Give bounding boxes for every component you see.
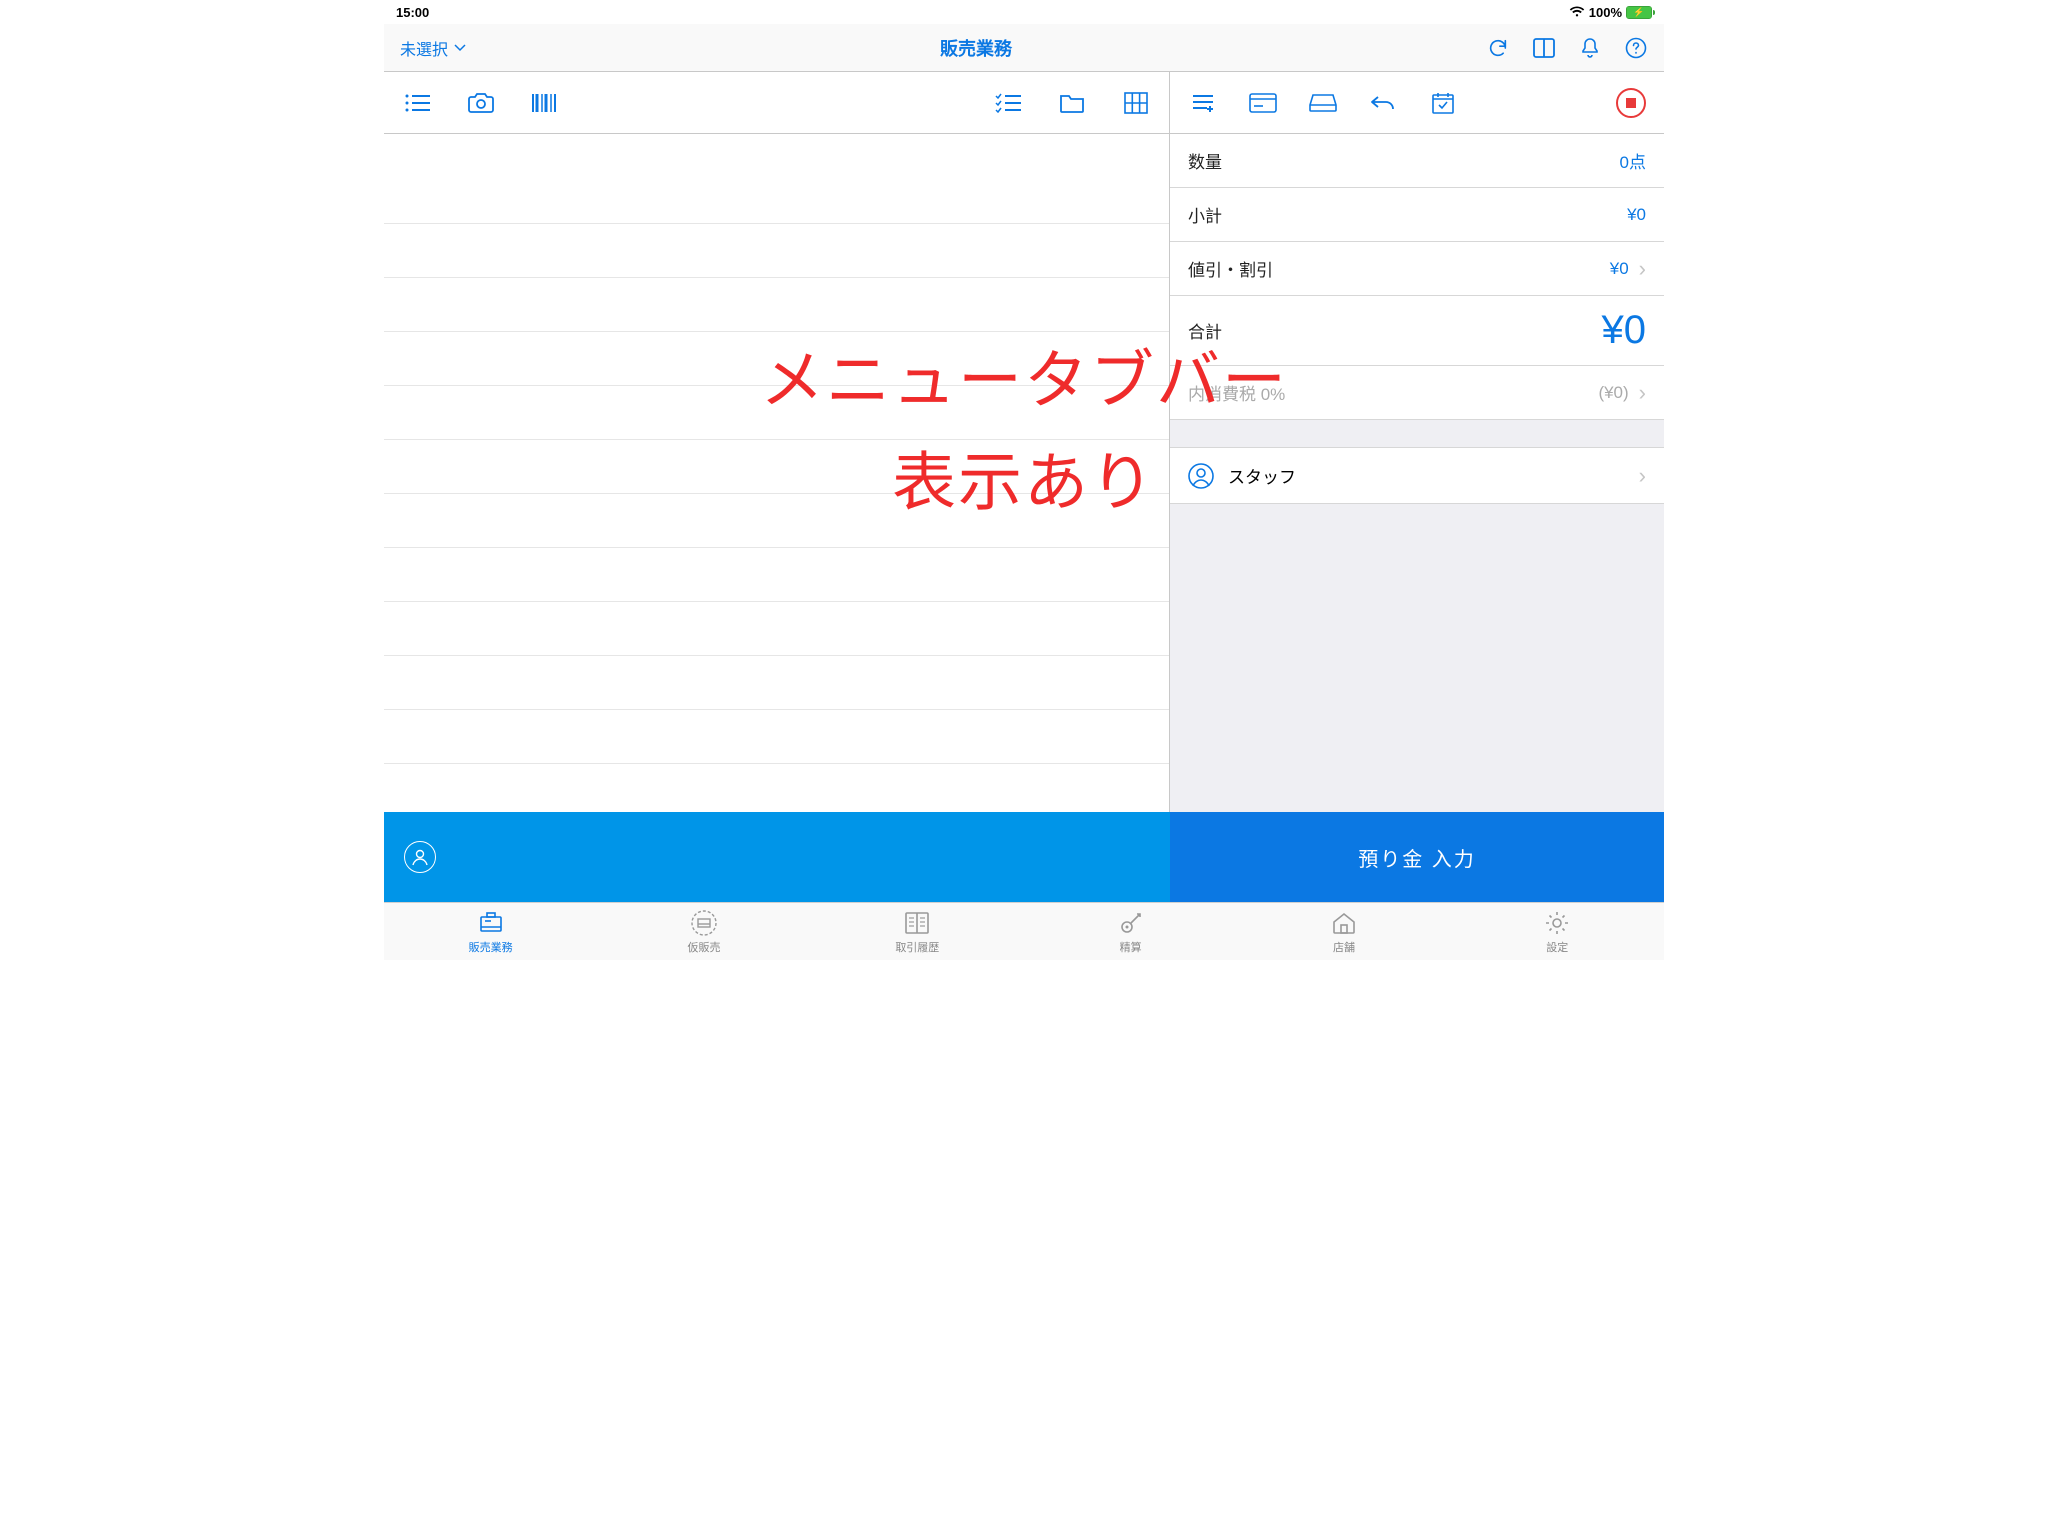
home-icon	[1330, 909, 1358, 937]
list-item[interactable]	[384, 710, 1169, 764]
staff-row[interactable]: スタッフ ›	[1170, 448, 1664, 504]
list-item[interactable]	[384, 386, 1169, 440]
summary-subtotal: 小計 ¥0	[1170, 188, 1664, 242]
refresh-icon[interactable]	[1486, 36, 1510, 60]
grid-icon[interactable]	[1121, 88, 1151, 118]
discount-label: 値引・割引	[1188, 256, 1273, 281]
drawer-icon[interactable]	[1308, 88, 1338, 118]
chevron-down-icon	[454, 44, 466, 52]
tab-sales[interactable]: 販売業務	[384, 903, 597, 960]
tab-label: 設定	[1546, 939, 1568, 955]
battery-percent: 100%	[1589, 5, 1622, 20]
list-item[interactable]	[384, 440, 1169, 494]
staff-label: スタッフ	[1228, 463, 1296, 488]
list-item[interactable]	[384, 332, 1169, 386]
tab-settlement[interactable]: 精算	[1024, 903, 1237, 960]
undo-icon[interactable]	[1368, 88, 1398, 118]
clock: 15:00	[396, 5, 429, 20]
summary-discount[interactable]: 値引・割引 ¥0 ›	[1170, 242, 1664, 296]
key-icon	[1117, 909, 1145, 937]
nav-header: 未選択 販売業務	[384, 24, 1664, 72]
card-icon[interactable]	[1248, 88, 1278, 118]
customer-button[interactable]	[384, 812, 1170, 902]
total-label: 合計	[1188, 318, 1222, 343]
summary-total: 合計 ¥0	[1170, 296, 1664, 366]
qty-value: 0点	[1620, 148, 1646, 173]
selector-label: 未選択	[400, 36, 448, 60]
empty-area	[1170, 504, 1664, 812]
person-icon	[1188, 463, 1214, 489]
qty-label: 数量	[1188, 148, 1222, 173]
register-icon	[477, 909, 505, 937]
calendar-check-icon[interactable]	[1428, 88, 1458, 118]
tab-label: 取引履歴	[895, 939, 939, 955]
battery-icon: ⚡	[1626, 6, 1652, 19]
list-item[interactable]	[384, 494, 1169, 548]
provisional-icon	[690, 909, 718, 937]
tab-label: 店舗	[1333, 939, 1355, 955]
tab-store[interactable]: 店舗	[1237, 903, 1450, 960]
gear-icon	[1543, 909, 1571, 937]
chevron-right-icon: ›	[1639, 463, 1646, 489]
chevron-right-icon: ›	[1639, 256, 1646, 282]
split-view-icon[interactable]	[1532, 36, 1556, 60]
wifi-icon	[1569, 6, 1585, 18]
list-item[interactable]	[384, 224, 1169, 278]
list-item[interactable]	[384, 656, 1169, 710]
list-item[interactable]	[384, 548, 1169, 602]
summary-panel: 数量 0点 小計 ¥0 値引・割引 ¥0 › 合計 ¥0 内消費税 0%	[1170, 134, 1664, 812]
item-list	[384, 134, 1170, 812]
tax-value: (¥0)	[1598, 383, 1628, 403]
list-icon[interactable]	[402, 88, 432, 118]
toolbar	[384, 72, 1664, 134]
bell-icon[interactable]	[1578, 36, 1602, 60]
barcode-icon[interactable]	[530, 88, 560, 118]
book-icon	[903, 909, 931, 937]
checklist-icon[interactable]	[993, 88, 1023, 118]
status-bar: 15:00 100% ⚡	[384, 0, 1664, 24]
section-gap	[1170, 420, 1664, 448]
summary-tax[interactable]: 内消費税 0% (¥0) ›	[1170, 366, 1664, 420]
total-value: ¥0	[1602, 308, 1647, 353]
tab-settings[interactable]: 設定	[1451, 903, 1664, 960]
summary-quantity: 数量 0点	[1170, 134, 1664, 188]
page-title: 販売業務	[466, 35, 1486, 61]
tab-label: 仮販売	[687, 939, 720, 955]
add-line-icon[interactable]	[1188, 88, 1218, 118]
tax-label: 内消費税 0%	[1188, 380, 1285, 405]
folder-icon[interactable]	[1057, 88, 1087, 118]
deposit-button[interactable]: 預り金 入力	[1170, 812, 1664, 902]
list-item[interactable]	[384, 602, 1169, 656]
deposit-label: 預り金 入力	[1358, 843, 1476, 872]
user-icon	[404, 841, 436, 873]
tab-history[interactable]: 取引履歴	[811, 903, 1024, 960]
subtotal-value: ¥0	[1627, 205, 1646, 225]
action-bar: 預り金 入力	[384, 812, 1664, 902]
camera-icon[interactable]	[466, 88, 496, 118]
subtotal-label: 小計	[1188, 202, 1222, 227]
discount-value: ¥0	[1610, 259, 1629, 279]
chevron-right-icon: ›	[1639, 380, 1646, 406]
list-item[interactable]	[384, 134, 1169, 224]
help-icon[interactable]	[1624, 36, 1648, 60]
tab-label: 精算	[1120, 939, 1142, 955]
tab-provisional[interactable]: 仮販売	[597, 903, 810, 960]
list-item[interactable]	[384, 278, 1169, 332]
tab-bar: 販売業務 仮販売 取引履歴 精算 店舗	[384, 902, 1664, 960]
selector-button[interactable]: 未選択	[400, 36, 466, 60]
tab-label: 販売業務	[469, 939, 513, 955]
record-button[interactable]	[1616, 88, 1646, 118]
